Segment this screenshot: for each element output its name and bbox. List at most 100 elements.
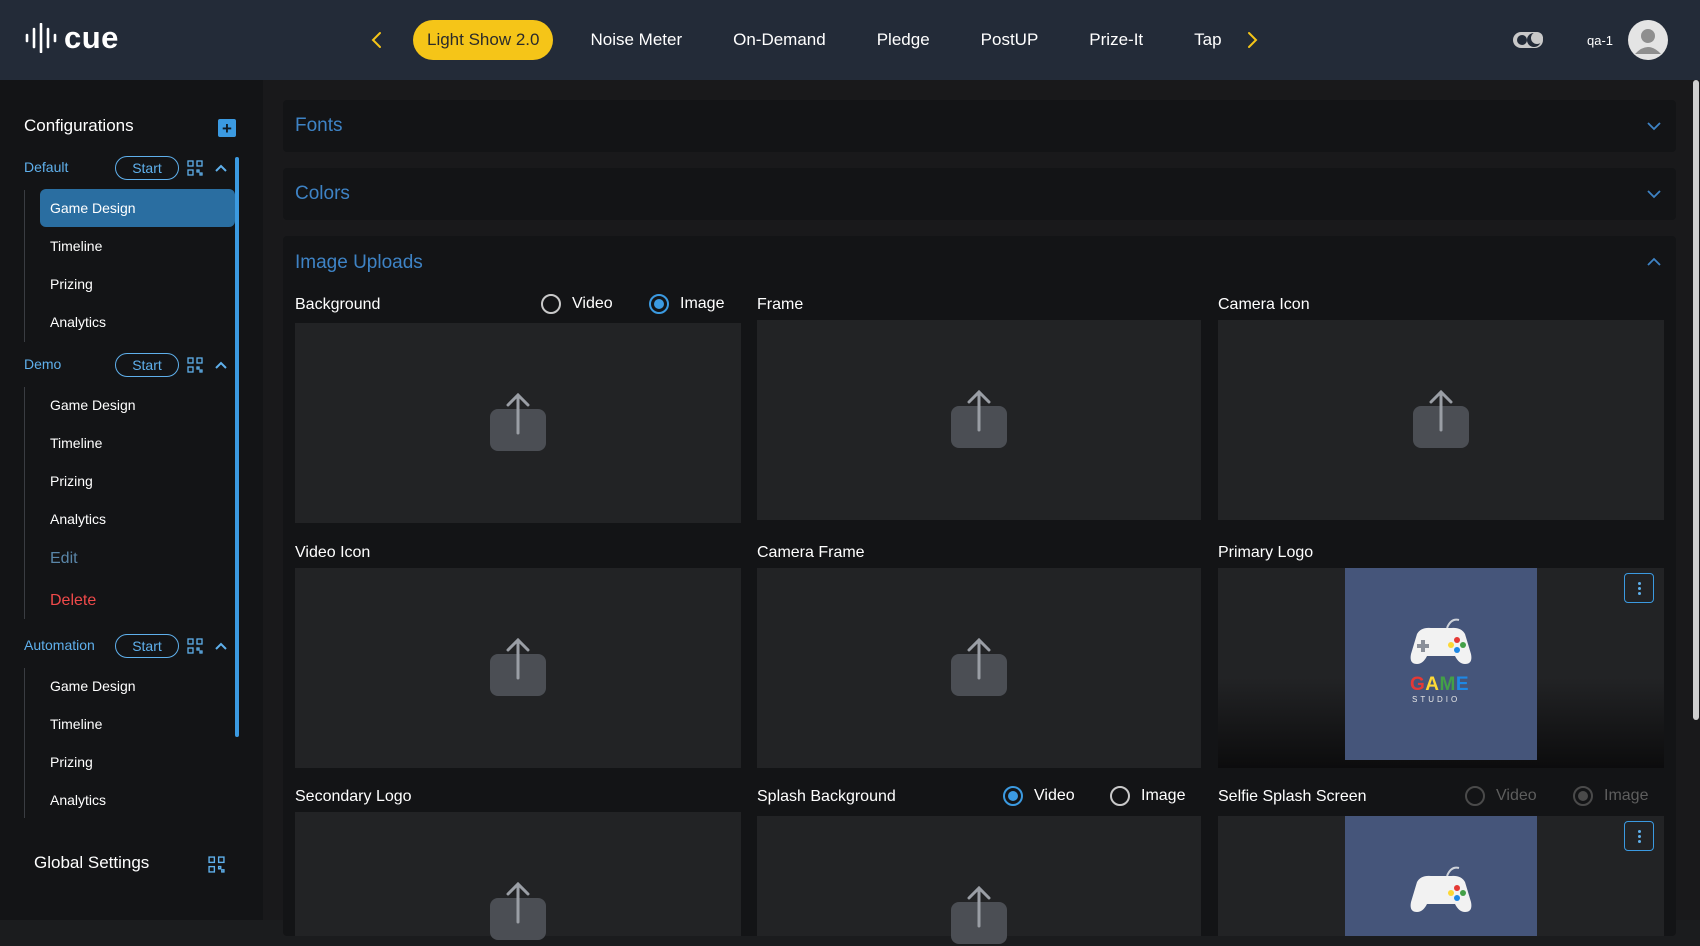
config-header-demo: Demo Start — [24, 353, 239, 377]
gamepad-icon — [1410, 866, 1472, 912]
selfie-splash-screen-label: Selfie Splash Screen — [1218, 788, 1367, 805]
splash-background-dropzone[interactable] — [757, 816, 1201, 944]
background-video-radio[interactable]: Video — [541, 294, 613, 314]
qr-code-icon[interactable] — [187, 160, 203, 176]
user-avatar[interactable] — [1628, 20, 1668, 60]
camera-frame-label: Camera Frame — [757, 544, 865, 561]
selfie-splash-video-radio[interactable]: Video — [1465, 786, 1537, 806]
add-configuration-button[interactable]: + — [218, 119, 236, 137]
sidebar-item-prizing[interactable]: Prizing — [40, 265, 235, 303]
qr-code-icon[interactable] — [187, 357, 203, 373]
sidebar-item-game-design[interactable]: Game Design — [40, 189, 235, 227]
main-content: Fonts Colors Image Uploads Background Vi… — [263, 80, 1700, 944]
tree-line — [24, 668, 25, 818]
video-icon-dropzone[interactable] — [295, 568, 741, 768]
game-letter-m: M — [1439, 674, 1456, 695]
top-bar: cue Light Show 2.0 Noise Meter On-Demand… — [0, 0, 1700, 80]
tree-line — [24, 190, 25, 342]
radio-circle — [1003, 786, 1023, 806]
sidebar-item-timeline[interactable]: Timeline — [40, 705, 235, 743]
waveform-icon — [25, 23, 57, 53]
primary-logo-preview[interactable]: GAME STUDIO — [1218, 568, 1664, 768]
upload-icon — [490, 882, 546, 940]
global-settings-link[interactable]: Global Settings — [34, 853, 149, 873]
radio-label: Image — [680, 295, 725, 312]
start-button[interactable]: Start — [115, 156, 179, 180]
camera-icon-label: Camera Icon — [1218, 296, 1310, 313]
sidebar-item-timeline[interactable]: Timeline — [40, 424, 235, 462]
radio-circle — [1465, 786, 1485, 806]
tab-on-demand[interactable]: On-Demand — [719, 20, 840, 60]
chevron-down-icon[interactable] — [1646, 118, 1662, 134]
tab-noise-meter[interactable]: Noise Meter — [576, 20, 696, 60]
chevron-up-icon[interactable] — [214, 639, 228, 653]
video-icon-label: Video Icon — [295, 544, 371, 561]
config-name[interactable]: Default — [24, 159, 68, 175]
tabs-prev-arrow[interactable] — [365, 26, 389, 54]
upload-icon — [951, 638, 1007, 696]
config-name[interactable]: Automation — [24, 637, 95, 653]
tabs-next-arrow[interactable] — [1240, 26, 1264, 54]
sidebar-item-game-design[interactable]: Game Design — [40, 667, 235, 705]
splash-background-image-radio[interactable]: Image — [1110, 786, 1185, 806]
sidebar-item-prizing[interactable]: Prizing — [40, 462, 235, 500]
colors-panel[interactable]: Colors — [283, 168, 1676, 220]
frame-label: Frame — [757, 296, 804, 313]
delete-config-button[interactable]: Delete — [40, 582, 235, 620]
camera-icon-dropzone[interactable] — [1218, 320, 1664, 520]
tab-light-show[interactable]: Light Show 2.0 — [413, 20, 554, 60]
chevron-up-icon[interactable] — [1646, 254, 1662, 270]
fonts-panel[interactable]: Fonts — [283, 100, 1676, 152]
gamepad-icon — [1410, 618, 1472, 664]
sidebar-item-analytics[interactable]: Analytics — [40, 500, 235, 538]
configurations-title: Configurations — [24, 116, 134, 135]
radio-circle — [1110, 786, 1130, 806]
radio-label: Video — [1034, 787, 1075, 804]
tab-tap[interactable]: Tap — [1180, 20, 1235, 60]
upload-icon — [951, 886, 1007, 944]
fonts-panel-title: Fonts — [295, 115, 343, 136]
background-image-radio[interactable]: Image — [649, 294, 724, 314]
user-icon — [1635, 29, 1661, 54]
splash-background-video-radio[interactable]: Video — [1003, 786, 1075, 806]
game-letter-e: E — [1455, 674, 1470, 695]
secondary-logo-label: Secondary Logo — [295, 788, 412, 805]
edit-config-button[interactable]: Edit — [40, 540, 235, 578]
selfie-splash-preview[interactable] — [1218, 816, 1664, 936]
sidebar-item-timeline[interactable]: Timeline — [40, 227, 235, 265]
chevron-down-icon[interactable] — [1646, 186, 1662, 202]
start-button[interactable]: Start — [115, 634, 179, 658]
theme-toggle-icon[interactable] — [1512, 28, 1546, 52]
tree-line — [24, 387, 25, 619]
tab-postup[interactable]: PostUP — [967, 20, 1053, 60]
sidebar-item-prizing[interactable]: Prizing — [40, 743, 235, 781]
more-options-button[interactable] — [1624, 573, 1654, 603]
upload-icon — [1413, 390, 1469, 448]
camera-frame-dropzone[interactable] — [757, 568, 1201, 768]
sidebar-item-analytics[interactable]: Analytics — [40, 781, 235, 819]
app-tabs: Light Show 2.0 Noise Meter On-Demand Ple… — [413, 20, 1259, 60]
more-options-button[interactable] — [1624, 821, 1654, 851]
sidebar-item-analytics[interactable]: Analytics — [40, 303, 235, 341]
chevron-up-icon[interactable] — [214, 161, 228, 175]
tab-prize-it[interactable]: Prize-It — [1075, 20, 1157, 60]
logo-text: cue — [64, 20, 119, 55]
tab-pledge[interactable]: Pledge — [863, 20, 944, 60]
main-scrollbar[interactable] — [1693, 80, 1699, 720]
qr-code-icon[interactable] — [187, 638, 203, 654]
secondary-logo-dropzone[interactable] — [295, 812, 741, 940]
config-name[interactable]: Demo — [24, 356, 61, 372]
radio-circle — [1573, 786, 1593, 806]
cue-logo[interactable]: cue — [24, 20, 119, 56]
qr-code-icon[interactable] — [208, 856, 225, 873]
frame-dropzone[interactable] — [757, 320, 1201, 520]
selfie-splash-image-radio[interactable]: Image — [1573, 786, 1648, 806]
logo-game-text: GAME — [1410, 674, 1469, 696]
start-button[interactable]: Start — [115, 353, 179, 377]
image-uploads-panel: Image Uploads Background Video Image Fra… — [283, 236, 1676, 944]
configurations-sidebar: Configurations + Default Start Game Desi… — [0, 80, 263, 920]
background-dropzone[interactable] — [295, 323, 741, 523]
sidebar-item-game-design[interactable]: Game Design — [40, 386, 235, 424]
chevron-up-icon[interactable] — [214, 358, 228, 372]
upload-icon — [951, 390, 1007, 448]
